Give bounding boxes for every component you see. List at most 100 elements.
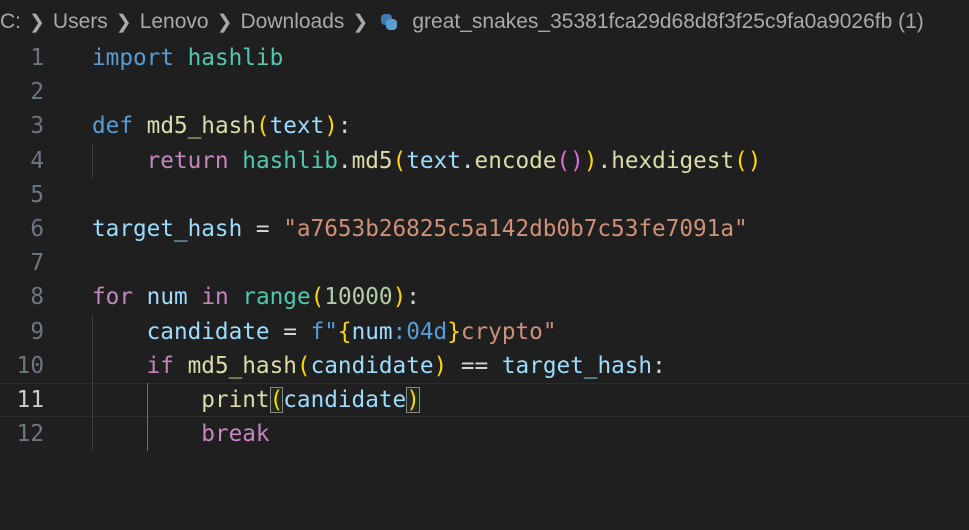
code-token: ( xyxy=(255,113,270,140)
code-token: break xyxy=(201,421,270,448)
code-token: ) xyxy=(324,113,338,140)
code-line[interactable]: 5 xyxy=(0,178,969,212)
code-token: import xyxy=(92,45,174,71)
code-token: target_hash xyxy=(92,215,243,242)
code-token: f" xyxy=(310,318,338,345)
code-line[interactable]: 12 break xyxy=(0,417,969,452)
code-token: encode xyxy=(474,147,557,174)
code-token: num xyxy=(146,284,188,311)
line-number: 7 xyxy=(30,250,44,277)
code-token: : xyxy=(337,113,352,140)
code-token: candidate xyxy=(310,352,434,379)
code-token: text xyxy=(269,113,325,140)
code-token: : xyxy=(652,352,666,379)
code-line[interactable]: 2 xyxy=(0,75,969,109)
code-token: . xyxy=(337,147,352,174)
code-text: for num in range(10000): xyxy=(92,280,420,314)
code-token: hexdigest xyxy=(611,147,735,174)
code-text: import hashlib xyxy=(92,41,283,75)
code-line[interactable]: 10 if md5_hash(candidate) == target_hash… xyxy=(0,348,969,383)
code-line[interactable]: 3 def md5_hash(text): xyxy=(0,109,969,143)
line-number: 11 xyxy=(16,386,44,413)
line-number: 1 xyxy=(30,45,44,71)
code-token: ) xyxy=(392,284,407,311)
code-line[interactable]: 6 target_hash = "a7653b26825c5a142db0b7c5… xyxy=(0,212,969,246)
code-token: ( xyxy=(310,284,325,311)
code-token: ( xyxy=(392,147,407,174)
code-token: md5 xyxy=(351,147,393,174)
code-line[interactable]: 9 candidate = f"{num:04d}crypto" xyxy=(0,314,969,349)
code-token: candidate xyxy=(283,386,407,413)
code-token: return xyxy=(146,147,229,174)
code-token: . xyxy=(597,147,612,174)
code-token: target_hash xyxy=(501,352,653,379)
code-token: md5_hash xyxy=(146,113,256,140)
breadcrumb: C: ❯ Users ❯ Lenovo ❯ Downloads ❯ great_… xyxy=(0,8,924,36)
code-token: = xyxy=(269,318,311,345)
chevron-right-icon: ❯ xyxy=(29,11,45,33)
code-token: in xyxy=(201,284,229,311)
code-text: return hashlib.md5(text.encode()).hexdig… xyxy=(92,144,762,178)
line-number: 10 xyxy=(16,352,44,379)
code-token: ) xyxy=(433,352,448,379)
code-text: target_hash = "a7653b26825c5a142db0b7c53… xyxy=(92,212,748,246)
code-token: { xyxy=(337,318,352,345)
code-token: 10000 xyxy=(324,284,393,311)
code-token: if xyxy=(146,352,174,379)
line-number: 5 xyxy=(30,181,44,208)
code-token: ( xyxy=(296,352,311,379)
code-token: for xyxy=(92,284,133,311)
breadcrumb-item-users[interactable]: Users xyxy=(53,10,108,34)
code-line[interactable]: 8 for num in range(10000): xyxy=(0,280,969,314)
code-token: == xyxy=(447,352,502,379)
code-token: crypto" xyxy=(460,318,557,345)
breadcrumb-item-downloads[interactable]: Downloads xyxy=(241,10,345,34)
code-text: def md5_hash(text): xyxy=(92,109,352,143)
code-token: : xyxy=(406,284,420,311)
code-token: def xyxy=(92,113,133,140)
code-token: :04d xyxy=(392,318,448,345)
code-line[interactable]: 7 xyxy=(0,246,969,280)
line-number: 12 xyxy=(16,421,44,448)
code-token: candidate xyxy=(146,318,270,345)
chevron-right-icon: ❯ xyxy=(115,11,132,33)
code-token: hashlib xyxy=(242,147,338,174)
chevron-right-icon: ❯ xyxy=(216,11,233,33)
code-line[interactable]: 4 return hashlib.md5(text.encode()).hexd… xyxy=(0,143,969,178)
code-text: break xyxy=(92,417,270,451)
code-token: ) xyxy=(583,147,598,174)
code-token: num xyxy=(351,318,393,345)
code-text: print(candidate) xyxy=(92,383,420,417)
code-line[interactable]: 11 print(candidate) xyxy=(0,382,969,418)
breadcrumb-item-drive[interactable]: C: xyxy=(0,10,21,34)
line-number: 6 xyxy=(30,215,44,242)
code-token: ( xyxy=(269,386,284,413)
code-token: md5_hash xyxy=(187,352,297,379)
code-token: text xyxy=(406,147,461,174)
line-number: 9 xyxy=(30,318,44,345)
code-editor[interactable]: 1 import hashlib 2 3 def md5_hash(text): 4 re… xyxy=(0,41,969,452)
breadcrumb-file[interactable]: great_snakes_35381fca29d68d8f3f25c9fa0a9… xyxy=(412,10,923,34)
chevron-right-icon: ❯ xyxy=(352,11,369,33)
line-number: 2 xyxy=(30,79,44,106)
python-icon xyxy=(380,13,398,31)
code-token: ) xyxy=(406,386,420,413)
code-token: . xyxy=(460,147,475,174)
breadcrumb-item-lenovo[interactable]: Lenovo xyxy=(140,10,209,34)
code-token: () xyxy=(734,147,762,174)
code-token: range xyxy=(242,284,311,311)
code-text: if md5_hash(candidate) == target_hash: xyxy=(92,349,666,383)
code-line[interactable]: 1 import hashlib xyxy=(0,41,969,75)
line-number: 8 xyxy=(30,284,44,311)
line-number: 3 xyxy=(30,113,44,140)
